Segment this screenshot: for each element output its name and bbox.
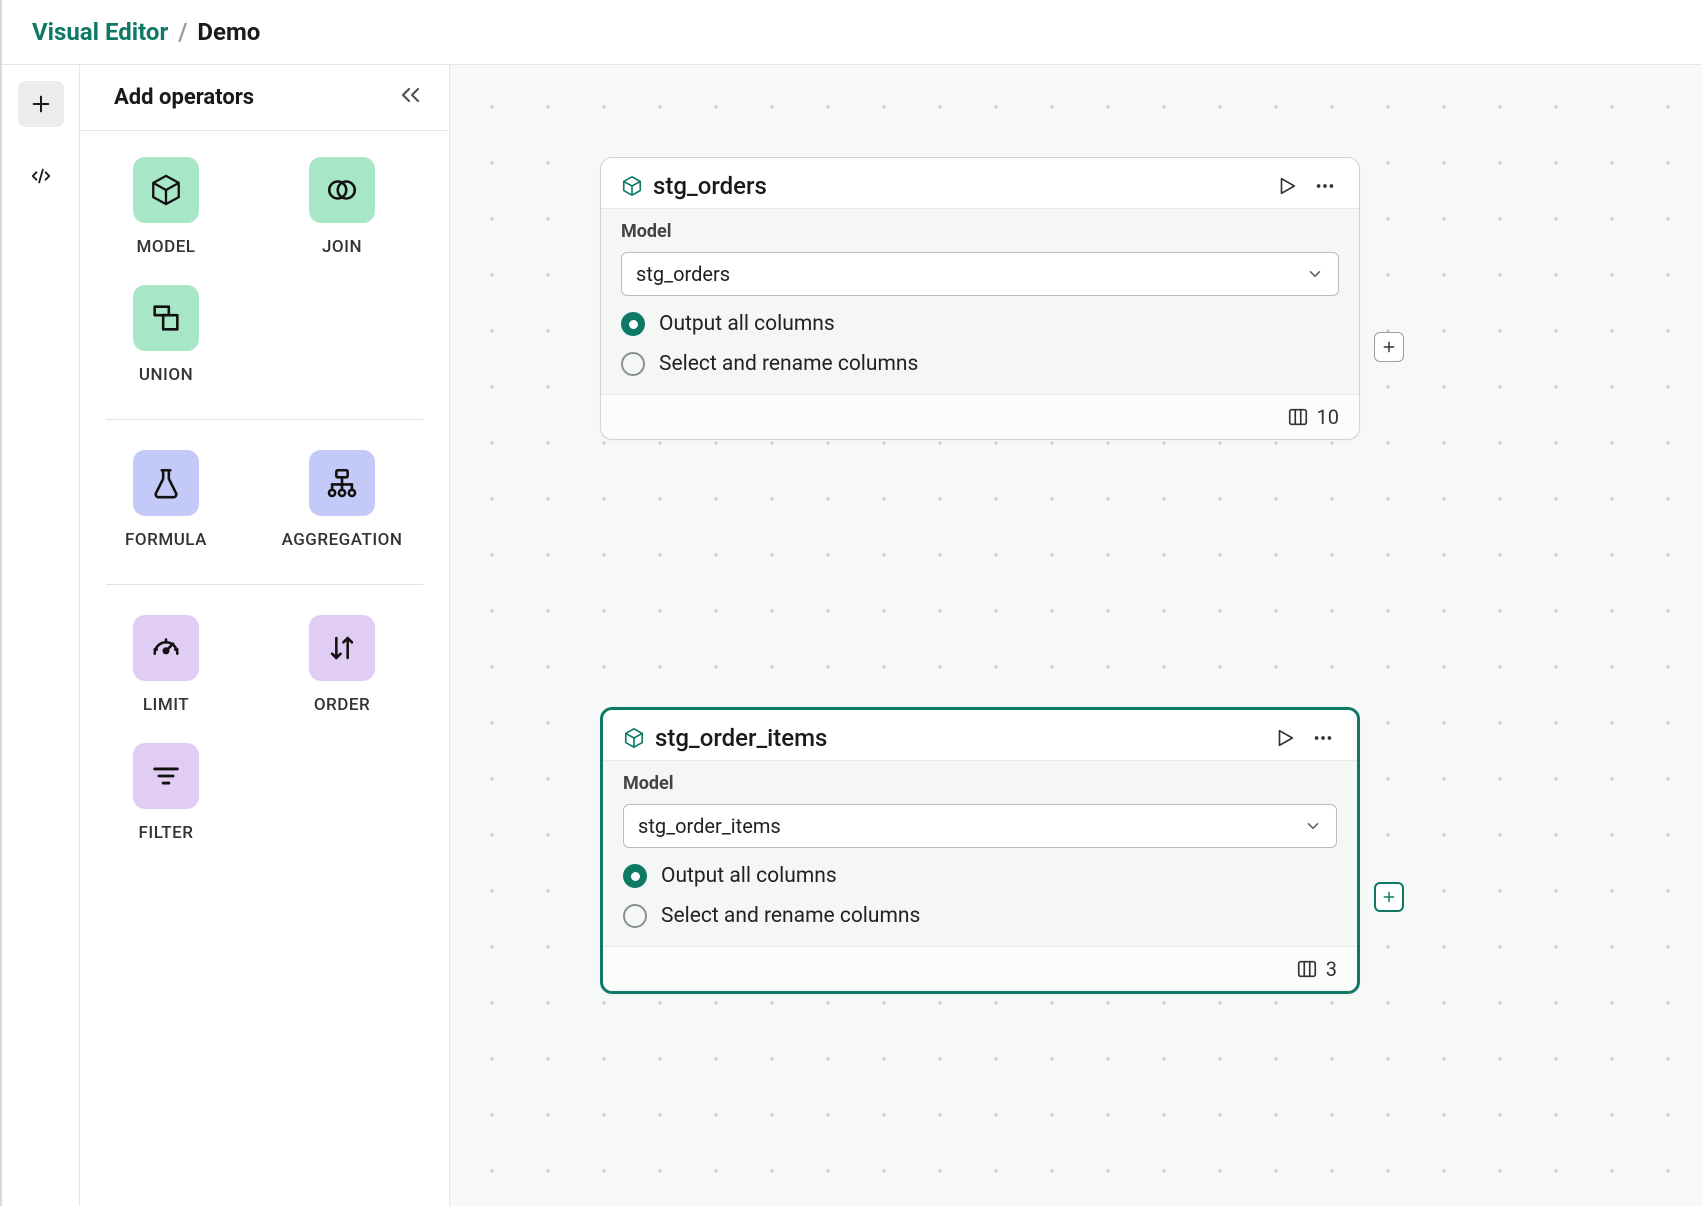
collapse-sidebar-button[interactable] bbox=[399, 85, 423, 110]
model-select[interactable]: stg_orders bbox=[621, 252, 1339, 296]
operator-label: FILTER bbox=[139, 823, 194, 843]
radio-option[interactable]: Output all columns bbox=[621, 312, 1339, 336]
play-icon bbox=[1276, 175, 1298, 197]
operator-join[interactable]: JOIN bbox=[282, 157, 402, 257]
chevron-down-icon bbox=[1304, 817, 1322, 835]
operator-filter[interactable]: FILTER bbox=[106, 743, 226, 843]
chevron-double-left-icon bbox=[399, 85, 423, 105]
node-body: Model stg_orders Output all columns Select … bbox=[601, 208, 1359, 394]
column-count: 10 bbox=[1317, 405, 1339, 429]
run-button[interactable] bbox=[1273, 172, 1301, 200]
operator-limit[interactable]: LIMIT bbox=[106, 615, 226, 715]
breadcrumb: Visual Editor / Demo bbox=[2, 0, 1702, 65]
breadcrumb-separator: / bbox=[178, 18, 187, 46]
operator-label: ORDER bbox=[314, 695, 370, 715]
add-output-handle[interactable] bbox=[1374, 332, 1404, 362]
columns-icon bbox=[1287, 406, 1309, 428]
more-button[interactable] bbox=[1309, 724, 1337, 752]
plus-icon bbox=[30, 93, 52, 115]
node-footer: 10 bbox=[601, 394, 1359, 439]
run-button[interactable] bbox=[1271, 724, 1299, 752]
code-icon bbox=[30, 165, 52, 187]
rail-add-button[interactable] bbox=[18, 81, 64, 127]
node-title: stg_orders bbox=[653, 172, 1263, 200]
operator-label: UNION bbox=[139, 365, 193, 385]
radio-label: Select and rename columns bbox=[659, 352, 918, 376]
more-button[interactable] bbox=[1311, 172, 1339, 200]
operators-sidebar: Add operators MODEL bbox=[80, 65, 450, 1206]
chevron-down-icon bbox=[1306, 265, 1324, 283]
radio-label: Select and rename columns bbox=[661, 904, 920, 928]
field-label: Model bbox=[621, 221, 1339, 242]
cube-icon bbox=[623, 727, 645, 749]
field-label: Model bbox=[623, 773, 1337, 794]
flask-icon bbox=[133, 450, 199, 516]
node-body: Model stg_order_items Output all columns Se… bbox=[603, 760, 1357, 946]
operator-label: MODEL bbox=[137, 237, 196, 257]
sidebar-title: Add operators bbox=[114, 85, 254, 110]
add-output-handle[interactable] bbox=[1374, 882, 1404, 912]
dots-icon bbox=[1314, 175, 1336, 197]
left-rail bbox=[2, 65, 80, 1206]
select-value: stg_orders bbox=[636, 262, 730, 286]
breadcrumb-leaf: Demo bbox=[197, 18, 260, 46]
canvas[interactable]: stg_orders Model stg_orders Output all colu… bbox=[450, 65, 1702, 1206]
node-header[interactable]: stg_orders bbox=[601, 158, 1359, 208]
plus-icon bbox=[1381, 339, 1397, 355]
radio-option[interactable]: Select and rename columns bbox=[623, 904, 1337, 928]
node-title: stg_order_items bbox=[655, 724, 1261, 752]
dots-icon bbox=[1312, 727, 1334, 749]
union-icon bbox=[133, 285, 199, 351]
operator-formula[interactable]: FORMULA bbox=[106, 450, 226, 550]
filter-icon bbox=[133, 743, 199, 809]
operator-label: LIMIT bbox=[143, 695, 189, 715]
operator-union[interactable]: UNION bbox=[106, 285, 226, 385]
radio-icon bbox=[621, 352, 645, 376]
radio-label: Output all columns bbox=[659, 312, 835, 336]
node-footer: 3 bbox=[603, 946, 1357, 991]
operator-label: JOIN bbox=[322, 237, 362, 257]
operator-label: FORMULA bbox=[125, 530, 207, 550]
model-node[interactable]: stg_orders Model stg_orders Output all colu… bbox=[600, 157, 1360, 440]
radio-icon bbox=[621, 312, 645, 336]
radio-label: Output all columns bbox=[661, 864, 837, 888]
operator-order[interactable]: ORDER bbox=[282, 615, 402, 715]
operator-label: AGGREGATION bbox=[282, 530, 403, 550]
operator-aggregation[interactable]: AGGREGATION bbox=[282, 450, 402, 550]
sort-icon bbox=[309, 615, 375, 681]
radio-option[interactable]: Select and rename columns bbox=[621, 352, 1339, 376]
select-value: stg_order_items bbox=[638, 814, 781, 838]
cube-icon bbox=[621, 175, 643, 197]
aggregation-icon bbox=[309, 450, 375, 516]
breadcrumb-root[interactable]: Visual Editor bbox=[32, 18, 168, 46]
column-count: 3 bbox=[1326, 957, 1337, 981]
divider bbox=[106, 419, 423, 420]
model-select[interactable]: stg_order_items bbox=[623, 804, 1337, 848]
rail-code-button[interactable] bbox=[18, 153, 64, 199]
model-node[interactable]: stg_order_items Model stg_order_items Outpu… bbox=[600, 707, 1360, 994]
join-icon bbox=[309, 157, 375, 223]
play-icon bbox=[1274, 727, 1296, 749]
radio-icon bbox=[623, 864, 647, 888]
plus-icon bbox=[1381, 889, 1397, 905]
gauge-icon bbox=[133, 615, 199, 681]
cube-icon bbox=[133, 157, 199, 223]
operator-model[interactable]: MODEL bbox=[106, 157, 226, 257]
operator-list: MODEL JOIN UNION bbox=[80, 131, 449, 897]
node-header[interactable]: stg_order_items bbox=[603, 710, 1357, 760]
divider bbox=[106, 584, 423, 585]
columns-icon bbox=[1296, 958, 1318, 980]
radio-option[interactable]: Output all columns bbox=[623, 864, 1337, 888]
radio-icon bbox=[623, 904, 647, 928]
